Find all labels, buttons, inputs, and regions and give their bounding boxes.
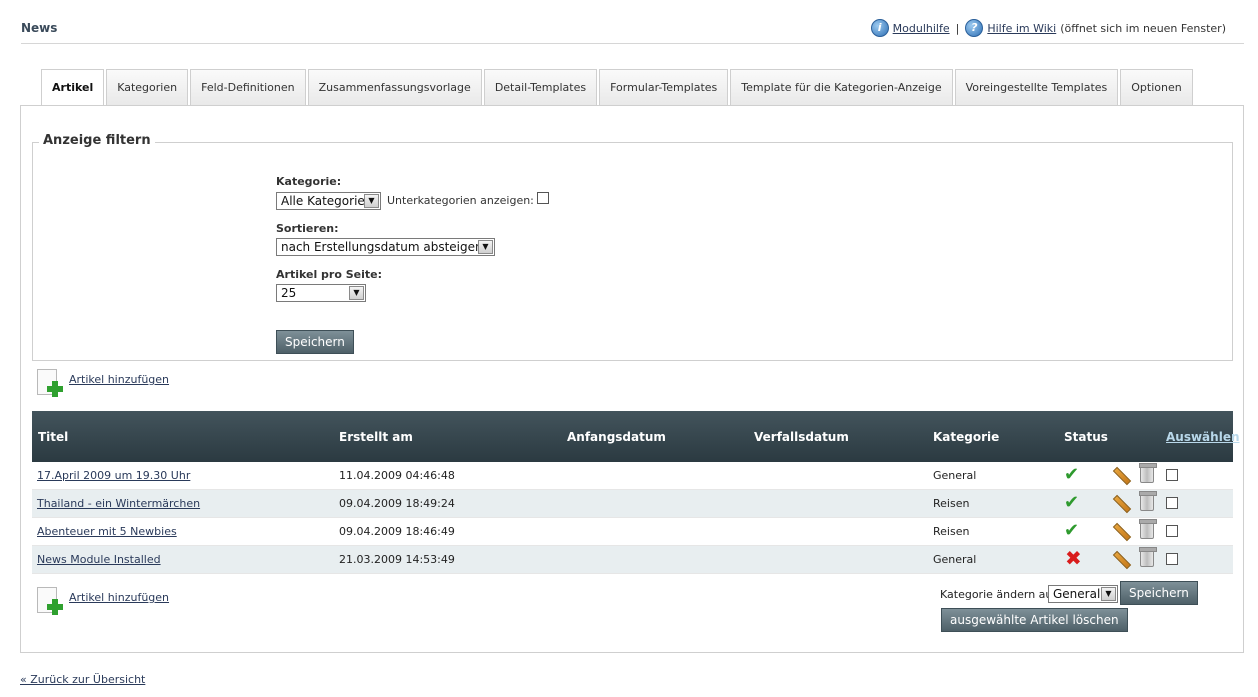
back-to-overview-link[interactable]: « Zurück zur Übersicht — [20, 673, 145, 686]
table-header: Titel Erstellt am Anfangsdatum Verfallsd… — [32, 411, 1240, 462]
tab-kategorien[interactable]: Kategorien — [106, 69, 189, 105]
article-title-link[interactable]: Abenteuer mit 5 Newbies — [37, 525, 177, 538]
edit-icon[interactable] — [1112, 523, 1128, 539]
delete-icon[interactable] — [1139, 547, 1157, 567]
tab-formular-templates[interactable]: Formular-Templates — [599, 69, 729, 105]
subcategories-row: Unterkategorien anzeigen: — [387, 192, 550, 207]
category-select-value: Alle Kategorien — [281, 194, 373, 208]
articles-table: Titel Erstellt am Anfangsdatum Verfallsd… — [32, 411, 1240, 574]
row-select-checkbox[interactable] — [1166, 553, 1178, 565]
col-title: Titel — [38, 430, 69, 444]
created-date: 21.03.2009 14:53:49 — [339, 553, 455, 566]
category-cell: Reisen — [933, 497, 970, 510]
col-start: Anfangsdatum — [567, 430, 666, 444]
edit-icon[interactable] — [1112, 551, 1128, 567]
row-select-checkbox[interactable] — [1166, 525, 1178, 537]
status-inactive-icon[interactable]: ✖ — [1065, 548, 1082, 568]
add-article-bottom[interactable]: Artikel hinzufügen — [35, 587, 169, 617]
chevron-down-icon: ▼ — [349, 286, 364, 300]
add-document-icon — [35, 587, 63, 617]
row-select-checkbox[interactable] — [1166, 469, 1178, 481]
created-date: 11.04.2009 04:46:48 — [339, 469, 455, 482]
change-category-select[interactable]: General ▼ — [1048, 585, 1118, 603]
status-active-icon[interactable]: ✔ — [1064, 522, 1079, 540]
row-select-checkbox[interactable] — [1166, 497, 1178, 509]
article-title-link[interactable]: Thailand - ein Wintermärchen — [37, 497, 200, 510]
table-row: Abenteuer mit 5 Newbies 09.04.2009 18:46… — [32, 518, 1233, 546]
created-date: 09.04.2009 18:46:49 — [339, 525, 455, 538]
tab-bar: Artikel Kategorien Feld-Definitionen Zus… — [41, 69, 1195, 106]
add-article-top[interactable]: Artikel hinzufügen — [35, 369, 169, 399]
table-row: Thailand - ein Wintermärchen 09.04.2009 … — [32, 490, 1233, 518]
change-category-label: Kategorie ändern auf: — [940, 588, 1060, 601]
col-expiry: Verfallsdatum — [754, 430, 849, 444]
delete-selected-button[interactable]: ausgewählte Artikel löschen — [941, 608, 1128, 632]
tab-artikel[interactable]: Artikel — [41, 69, 105, 106]
tab-optionen[interactable]: Optionen — [1120, 69, 1193, 105]
chevron-down-icon: ▼ — [478, 240, 493, 254]
help-links: i Modulhilfe | ? Hilfe im Wiki (öffnet s… — [870, 19, 1226, 37]
category-select[interactable]: Alle Kategorien ▼ — [276, 192, 381, 210]
header-divider — [21, 43, 1244, 44]
edit-icon[interactable] — [1112, 495, 1128, 511]
filter-save-button[interactable]: Speichern — [276, 330, 354, 354]
bulk-save-button[interactable]: Speichern — [1120, 581, 1198, 605]
delete-icon[interactable] — [1139, 491, 1157, 511]
articles-panel: Anzeige filtern Kategorie: Alle Kategori… — [20, 105, 1244, 653]
col-category: Kategorie — [933, 430, 1000, 444]
category-label: Kategorie: — [276, 175, 342, 188]
created-date: 09.04.2009 18:49:24 — [339, 497, 455, 510]
add-article-link[interactable]: Artikel hinzufügen — [69, 591, 169, 604]
chevron-down-icon: ▼ — [364, 194, 379, 208]
col-created: Erstellt am — [339, 430, 413, 444]
tab-feld-definitionen[interactable]: Feld-Definitionen — [190, 69, 306, 105]
tab-detail-templates[interactable]: Detail-Templates — [483, 69, 598, 105]
delete-icon[interactable] — [1139, 519, 1157, 539]
tab-voreingestellte-templates[interactable]: Voreingestellte Templates — [954, 69, 1119, 105]
filter-legend: Anzeige filtern — [39, 133, 155, 148]
article-title-link[interactable]: 17.April 2009 um 19.30 Uhr — [37, 469, 190, 482]
select-all-link[interactable]: Auswählen — [1166, 430, 1240, 444]
sort-select-value: nach Erstellungsdatum absteigend — [281, 240, 491, 254]
table-row: 17.April 2009 um 19.30 Uhr 11.04.2009 04… — [32, 462, 1233, 490]
category-cell: General — [933, 469, 977, 482]
per-page-select-value: 25 — [281, 286, 297, 300]
status-active-icon[interactable]: ✔ — [1064, 466, 1079, 484]
status-active-icon[interactable]: ✔ — [1064, 494, 1079, 512]
help-separator: | — [955, 21, 960, 35]
add-document-icon — [35, 369, 63, 399]
filter-fieldset: Anzeige filtern Kategorie: Alle Kategori… — [32, 133, 1233, 361]
tab-kategorien-anzeige[interactable]: Template für die Kategorien-Anzeige — [730, 69, 953, 105]
per-page-label: Artikel pro Seite: — [276, 268, 383, 281]
category-cell: Reisen — [933, 525, 970, 538]
table-row: News Module Installed 21.03.2009 14:53:4… — [32, 546, 1233, 574]
sort-select[interactable]: nach Erstellungsdatum absteigend ▼ — [276, 238, 495, 256]
per-page-select[interactable]: 25 ▼ — [276, 284, 366, 302]
delete-icon[interactable] — [1139, 463, 1157, 483]
wiki-help-link[interactable]: Hilfe im Wiki — [987, 22, 1056, 35]
chevron-down-icon: ▼ — [1101, 587, 1116, 601]
wiki-note: (öffnet sich im neuen Fenster) — [1060, 21, 1226, 35]
tab-zusammenfassungsvorlage[interactable]: Zusammenfassungsvorlage — [307, 69, 482, 105]
add-article-link[interactable]: Artikel hinzufügen — [69, 373, 169, 386]
help-icon: ? — [965, 19, 984, 37]
change-category-value: General — [1053, 587, 1101, 601]
sort-label: Sortieren: — [276, 222, 339, 235]
col-status: Status — [1064, 430, 1108, 444]
category-cell: General — [933, 553, 977, 566]
edit-icon[interactable] — [1112, 467, 1128, 483]
article-title-link[interactable]: News Module Installed — [37, 553, 161, 566]
info-icon: i — [870, 19, 889, 37]
subcategories-label: Unterkategorien anzeigen: — [387, 194, 534, 207]
page-title: News — [21, 21, 58, 35]
module-help-link[interactable]: Modulhilfe — [893, 22, 950, 35]
subcategories-checkbox[interactable] — [537, 192, 550, 204]
